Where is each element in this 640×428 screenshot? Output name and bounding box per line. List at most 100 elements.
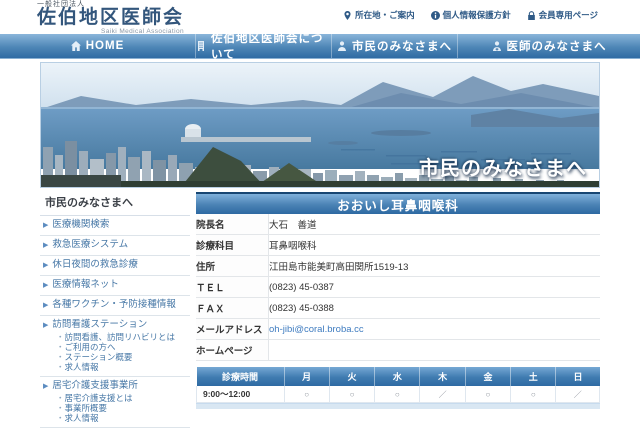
members-page-link-label: 会員専用ページ [539, 9, 598, 21]
arrow-icon: ▶ [43, 300, 48, 311]
map-pin-icon [343, 11, 352, 20]
nav-doctors[interactable]: 医師のみなさまへ [457, 34, 640, 58]
schedule-header-wed: 水 [375, 367, 420, 386]
schedule-row-morning: 9:00～12:00 ○ ○ ○ ／ ○ ○ ／ [197, 386, 600, 403]
sidebar-subitem-station-overview[interactable]: ステーション概要 [56, 352, 190, 362]
sidebar: 市民のみなさまへ ▶医療機関検索 ▶救急医療システム ▶休日夜間の救急診療 ▶医… [40, 192, 190, 428]
homepage-value [269, 340, 601, 361]
sidebar-subitem-about-home-care[interactable]: 居宅介護支援とは [56, 393, 190, 403]
sidebar-item-label: 各種ワクチン・予防接種情報 [52, 299, 176, 310]
row-label: ホームページ [196, 340, 269, 361]
site-logo[interactable]: 一般社団法人 佐伯地区医師会 Saiki Medical Association [37, 1, 184, 36]
sidebar-item-vaccine-info[interactable]: ▶ 各種ワクチン・予防接種情報 [40, 296, 190, 316]
row-label: ＦＡＸ [196, 298, 269, 319]
email-link[interactable]: oh-jibi@coral.broba.cc [269, 324, 364, 335]
building-icon [196, 41, 206, 51]
table-row: ＴＥＬ (0823) 45-0387 [196, 277, 600, 298]
table-row: ホームページ [196, 340, 600, 361]
tel-value: (0823) 45-0387 [269, 277, 601, 298]
sidebar-item-label: 救急医療システム [52, 239, 128, 250]
mark-thu: ／ [439, 390, 447, 399]
lock-icon [527, 11, 536, 20]
sidebar-item-label: 居宅介護支援事業所 [52, 380, 138, 391]
clinic-name-header: おおいし耳鼻咽喉科 [196, 192, 600, 214]
department-value: 耳鼻咽喉科 [269, 235, 601, 256]
schedule-header-sun: 日 [556, 367, 600, 386]
mark-mon: ○ [304, 390, 309, 399]
sidebar-item-emergency-system[interactable]: ▶ 救急医療システム [40, 236, 190, 256]
sidebar-item-label: 休日夜間の救急診療 [52, 259, 138, 270]
sidebar-subitem-about-visiting-nurse[interactable]: 訪問看護、訪問リハビリとは [56, 332, 190, 342]
location-link[interactable]: 所在地・ご案内 [343, 9, 415, 21]
director-name-value: 大石 善道 [269, 214, 601, 235]
nav-about-label: 佐伯地区医師会について [211, 30, 331, 62]
location-link-label: 所在地・ご案内 [355, 9, 415, 21]
sidebar-group-visiting-nurse: ▶ 訪問看護ステーション 訪問看護、訪問リハビリとは ご利用の方へ ステーション概… [40, 316, 190, 377]
content-area: 市民のみなさまへ ▶医療機関検索 ▶救急医療システム ▶休日夜間の救急診療 ▶医… [40, 192, 600, 428]
home-icon [71, 41, 81, 51]
sidebar-subitem-office-overview[interactable]: 事業所概要 [56, 403, 190, 413]
info-icon [431, 11, 440, 20]
arrow-icon: ▶ [43, 280, 48, 291]
schedule-header-time: 診療時間 [197, 367, 285, 386]
row-label: ＴＥＬ [196, 277, 269, 298]
clinic-info-table: 院長名 大石 善道 診療科目 耳鼻咽喉科 住所 江田島市能美町高田関所1519-… [196, 214, 600, 361]
hero-caption: 市民のみなさまへ [419, 152, 587, 181]
clinic-detail-panel: おおいし耳鼻咽喉科 院長名 大石 善道 診療科目 耳鼻咽喉科 住所 江田島市能美… [196, 192, 600, 409]
schedule-header-row: 診療時間 月 火 水 木 金 土 日 [197, 367, 600, 386]
privacy-policy-link[interactable]: 個人情報保護方針 [431, 9, 511, 21]
nav-about[interactable]: 佐伯地区医師会について [195, 34, 331, 58]
nav-doctors-label: 医師のみなさまへ [507, 38, 607, 54]
sidebar-subitems: 訪問看護、訪問リハビリとは ご利用の方へ ステーション概要 求人情報 [56, 332, 190, 372]
arrow-icon: ▶ [43, 220, 48, 231]
mark-wed: ○ [395, 390, 400, 399]
site-subtitle: Saiki Medical Association [37, 29, 184, 36]
schedule-header-fri: 金 [465, 367, 510, 386]
schedule-header-mon: 月 [284, 367, 329, 386]
doctor-icon [492, 41, 502, 51]
sidebar-item-holiday-night-care[interactable]: ▶休日夜間の救急診療 [40, 256, 190, 276]
arrow-icon: ▶ [43, 320, 48, 331]
sidebar-item-medical-info-net[interactable]: ▶ 医療情報ネット [40, 276, 190, 296]
row-label: 診療科目 [196, 235, 269, 256]
address-value: 江田島市能美町高田関所1519-13 [269, 256, 601, 277]
nav-home-label: HOME [86, 40, 125, 52]
nav-citizens[interactable]: 市民のみなさまへ [331, 34, 457, 58]
privacy-policy-link-label: 個人情報保護方針 [443, 9, 511, 21]
nav-home[interactable]: HOME [0, 34, 195, 58]
row-label: 院長名 [196, 214, 269, 235]
schedule-next-row-partial [196, 403, 600, 409]
row-label: メールアドレス [196, 319, 269, 340]
table-row: 院長名 大石 善道 [196, 214, 600, 235]
sidebar-subitem-jobs[interactable]: 求人情報 [56, 413, 190, 423]
sidebar-item-label: 医療情報ネット [52, 279, 119, 290]
fax-value: (0823) 45-0388 [269, 298, 601, 319]
sidebar-item-visiting-nurse-station[interactable]: ▶ 訪問看護ステーション [43, 319, 190, 331]
site-header: 一般社団法人 佐伯地区医師会 Saiki Medical Association… [0, 0, 640, 34]
schedule-time-slot: 9:00～12:00 [197, 386, 285, 403]
sidebar-menu: ▶医療機関検索 ▶救急医療システム ▶休日夜間の救急診療 ▶医療情報ネット ▶各… [40, 215, 190, 428]
members-page-link[interactable]: 会員専用ページ [527, 9, 598, 21]
site-title: 佐伯地区医師会 [37, 8, 184, 28]
schedule-header-tue: 火 [329, 367, 374, 386]
mark-sun: ／ [574, 390, 582, 399]
sidebar-subitem-jobs[interactable]: 求人情報 [56, 362, 190, 372]
sidebar-title: 市民のみなさまへ [40, 192, 190, 215]
hero-banner: 市民のみなさまへ [40, 62, 600, 188]
table-row: 住所 江田島市能美町高田関所1519-13 [196, 256, 600, 277]
sidebar-group-home-care: ▶ 居宅介護支援事業所 居宅介護支援とは 事業所概要 求人情報 [40, 377, 190, 428]
arrow-icon: ▶ [43, 381, 48, 392]
arrow-icon: ▶ [43, 240, 48, 251]
sidebar-item-home-care-office[interactable]: ▶ 居宅介護支援事業所 [43, 380, 190, 392]
row-label: 住所 [196, 256, 269, 277]
sidebar-item-label: 訪問看護ステーション [52, 319, 147, 330]
table-row: 診療科目 耳鼻咽喉科 [196, 235, 600, 256]
nav-citizens-label: 市民のみなさまへ [352, 38, 452, 54]
schedule-header-sat: 土 [511, 367, 556, 386]
table-row: ＦＡＸ (0823) 45-0388 [196, 298, 600, 319]
sidebar-item-label: 医療機関検索 [52, 219, 109, 230]
utility-links: 所在地・ご案内 個人情報保護方針 会員専用ページ [343, 9, 598, 21]
sidebar-subitem-for-users[interactable]: ご利用の方へ [56, 342, 190, 352]
sidebar-item-medical-search[interactable]: ▶ 医療機関検索 [40, 216, 190, 236]
main-nav: HOME 佐伯地区医師会について 市民のみなさまへ 医師のみなさまへ [0, 34, 640, 59]
